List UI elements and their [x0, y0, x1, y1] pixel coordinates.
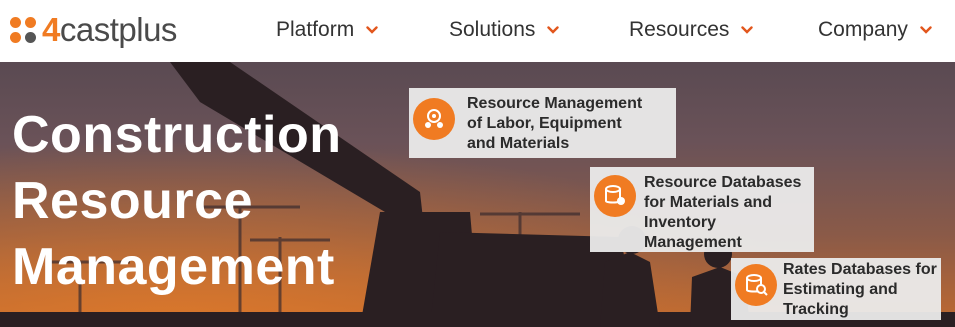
- chevron-down-icon: [366, 24, 378, 36]
- main-nav: Platform Solutions Resources Company: [0, 14, 955, 46]
- feature-card-resource-databases[interactable]: Resource Databases for Materials and Inv…: [590, 167, 814, 252]
- hero-banner: Construction Resource Management Resourc…: [0, 62, 955, 327]
- chevron-down-icon: [920, 24, 932, 36]
- database-search-icon: [735, 264, 777, 306]
- nav-item-company[interactable]: Company: [818, 14, 932, 46]
- feature-card-resource-management[interactable]: Resource Management of Labor, Equipment …: [409, 88, 676, 158]
- feature-card-text: Rates Databases for Estimating and Track…: [783, 261, 937, 318]
- nav-item-solutions[interactable]: Solutions: [449, 14, 560, 46]
- nav-item-platform[interactable]: Platform: [276, 14, 378, 46]
- hero-title-line: Construction: [12, 106, 342, 164]
- feature-card-rates-databases[interactable]: Rates Databases for Estimating and Track…: [731, 258, 941, 320]
- feature-card-text: Resource Databases for Materials and Inv…: [644, 174, 802, 251]
- nav-item-label: Platform: [276, 18, 355, 41]
- nav-item-resources[interactable]: Resources: [629, 14, 754, 46]
- chevron-down-icon: [741, 24, 754, 36]
- nav-item-label: Solutions: [449, 18, 536, 41]
- nav-item-label: Company: [818, 18, 908, 41]
- site-header: 4castplus Platform Solutions Resources C…: [0, 0, 955, 62]
- hero-title: Construction Resource Management: [12, 102, 342, 300]
- feature-card-text: Resource Management of Labor, Equipment …: [467, 95, 643, 152]
- hero-title-line: Management: [12, 238, 335, 296]
- hero-title-line: Resource: [12, 172, 253, 230]
- nav-item-label: Resources: [629, 18, 730, 41]
- chevron-down-icon: [547, 24, 560, 36]
- people-gear-icon: [413, 98, 455, 140]
- database-gear-icon: [594, 175, 636, 217]
